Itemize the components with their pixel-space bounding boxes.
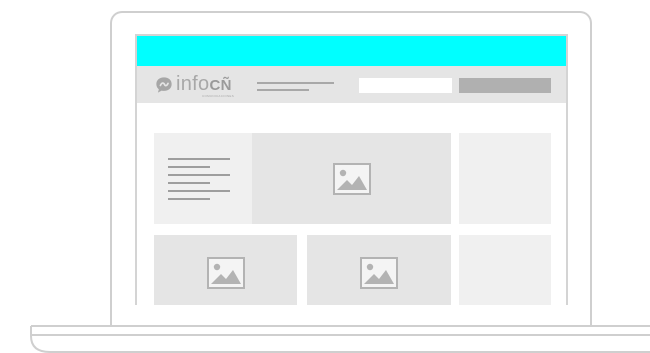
image-placeholder-icon — [360, 256, 398, 289]
logo-tagline: COMUNICACIONES — [202, 94, 235, 98]
search-input[interactable] — [359, 78, 452, 93]
text-line — [168, 182, 210, 184]
nav-menu-line — [257, 82, 334, 84]
laptop-base — [30, 325, 650, 353]
featured-text-card[interactable] — [154, 133, 252, 224]
featured-image[interactable] — [252, 133, 451, 224]
text-placeholder — [168, 158, 230, 206]
logo-wordmark: infoCÑ — [176, 73, 232, 95]
text-line — [168, 166, 210, 168]
site-logo[interactable]: infoCÑ COMUNICACIONES — [155, 73, 235, 98]
image-placeholder-icon — [332, 162, 371, 195]
thumbnail-image[interactable] — [154, 235, 297, 305]
nav-menu[interactable] — [257, 82, 334, 91]
text-line — [168, 174, 230, 176]
image-placeholder-icon — [206, 256, 245, 289]
search-button[interactable] — [459, 78, 551, 93]
side-card[interactable] — [459, 235, 551, 305]
logo-wordmark-light: info — [176, 73, 210, 95]
text-line — [168, 198, 210, 200]
site-header: infoCÑ COMUNICACIONES — [137, 66, 566, 103]
nav-menu-line — [257, 89, 309, 91]
logo-wordmark-bold: CÑ — [209, 77, 232, 94]
thumbnail-image[interactable] — [307, 235, 451, 305]
chat-bubble-icon — [156, 77, 172, 93]
laptop-screen: infoCÑ COMUNICACIONES — [135, 34, 568, 305]
accent-top-bar — [137, 36, 566, 66]
side-card[interactable] — [459, 133, 551, 224]
text-line — [168, 158, 230, 160]
text-line — [168, 190, 230, 192]
